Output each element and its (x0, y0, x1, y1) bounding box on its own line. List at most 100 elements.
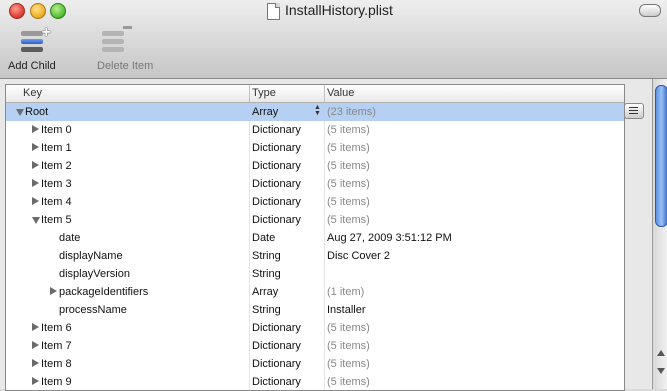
row-key: Item 0 (41, 124, 72, 136)
row-key: Item 5 (41, 214, 72, 226)
table-row[interactable]: Item 1 Dictionary (5 items) (6, 139, 624, 157)
toolbar-toggle-button[interactable] (639, 4, 661, 17)
table-row[interactable]: date Date Aug 27, 2009 3:51:12 PM (6, 229, 624, 247)
row-type[interactable]: Dictionary (252, 214, 301, 226)
row-value[interactable]: (5 items) (327, 376, 370, 388)
row-type[interactable]: String (252, 268, 281, 280)
add-child-label: Add Child (8, 60, 56, 72)
document-icon (267, 3, 280, 20)
disclosure-collapsed-icon[interactable] (32, 377, 39, 385)
row-action-button[interactable] (624, 103, 644, 119)
row-value[interactable]: Disc Cover 2 (327, 250, 390, 262)
row-value[interactable]: (5 items) (327, 322, 370, 334)
row-type[interactable]: Dictionary (252, 322, 301, 334)
plist-outline-view[interactable]: Key Type Value Root Array ▲ ▼ (23 items) Item… (5, 84, 625, 391)
row-value[interactable]: (5 items) (327, 196, 370, 208)
disclosure-collapsed-icon[interactable] (32, 161, 39, 169)
plist-rows: Root Array ▲ ▼ (23 items) Item 0 Dictionary (5 … (6, 103, 624, 390)
row-type[interactable]: Dictionary (252, 160, 301, 172)
table-row[interactable]: Item 5 Dictionary (5 items) (6, 211, 624, 229)
zoom-window-button[interactable] (50, 3, 66, 19)
window-titlebar: InstallHistory.plist + Add Child Delete … (0, 0, 667, 79)
row-value[interactable]: (5 items) (327, 358, 370, 370)
close-window-button[interactable] (9, 3, 25, 19)
minimize-window-button[interactable] (30, 3, 46, 19)
disclosure-collapsed-icon[interactable] (32, 197, 39, 205)
window-title: InstallHistory.plist (285, 2, 393, 18)
row-key: date (59, 232, 81, 244)
table-row[interactable]: Item 0 Dictionary (5 items) (6, 121, 624, 139)
row-key: Root (25, 106, 49, 118)
disclosure-collapsed-icon[interactable] (32, 341, 39, 349)
row-type[interactable]: String (252, 304, 281, 316)
add-child-button[interactable]: + Add Child (6, 24, 62, 72)
row-key: Item 8 (41, 358, 72, 370)
row-type[interactable]: Date (252, 232, 275, 244)
row-value[interactable]: (1 item) (327, 286, 364, 298)
table-row[interactable]: displayName String Disc Cover 2 (6, 247, 624, 265)
row-value[interactable]: Aug 27, 2009 3:51:12 PM (327, 232, 452, 244)
disclosure-expanded-icon[interactable] (32, 217, 40, 224)
column-header-key[interactable]: Key (23, 87, 42, 99)
table-row[interactable]: packageIdentifiers Array (1 item) (6, 283, 624, 301)
row-key: packageIdentifiers (59, 286, 149, 298)
table-row[interactable]: processName String Installer (6, 301, 624, 319)
disclosure-collapsed-icon[interactable] (32, 323, 39, 331)
table-row[interactable]: Root Array ▲ ▼ (23 items) (6, 103, 624, 121)
type-popup-stepper-icon[interactable]: ▲ ▼ (314, 104, 321, 117)
column-header-value[interactable]: Value (327, 87, 354, 99)
row-key: Item 6 (41, 322, 72, 334)
table-row[interactable]: displayVersion String (6, 265, 624, 283)
row-value[interactable]: (5 items) (327, 160, 370, 172)
row-type[interactable]: Dictionary (252, 142, 301, 154)
column-header-type[interactable]: Type (252, 87, 276, 99)
row-key: processName (59, 304, 127, 316)
row-value[interactable]: (5 items) (327, 142, 370, 154)
plist-editor-area: Key Type Value Root Array ▲ ▼ (23 items) Item… (0, 79, 667, 391)
disclosure-collapsed-icon[interactable] (50, 287, 57, 295)
vertical-scrollbar[interactable] (652, 79, 667, 389)
row-type[interactable]: Dictionary (252, 376, 301, 388)
row-value[interactable]: (23 items) (327, 106, 376, 118)
column-header-row: Key Type Value (6, 85, 624, 103)
row-type[interactable]: Dictionary (252, 178, 301, 190)
row-key: displayVersion (59, 268, 130, 280)
table-row[interactable]: Item 8 Dictionary (5 items) (6, 355, 624, 373)
row-type[interactable]: Dictionary (252, 124, 301, 136)
row-key: displayName (59, 250, 123, 262)
disclosure-collapsed-icon[interactable] (32, 179, 39, 187)
disclosure-collapsed-icon[interactable] (32, 125, 39, 133)
row-value[interactable]: (5 items) (327, 178, 370, 190)
table-row[interactable]: Item 2 Dictionary (5 items) (6, 157, 624, 175)
table-row[interactable]: Item 9 Dictionary (5 items) (6, 373, 624, 390)
delete-item-button[interactable]: Delete Item (97, 26, 153, 72)
disclosure-collapsed-icon[interactable] (32, 143, 39, 151)
row-type[interactable]: Array (252, 106, 278, 118)
delete-item-label: Delete Item (97, 60, 154, 72)
disclosure-collapsed-icon[interactable] (32, 359, 39, 367)
scroll-down-arrow-icon[interactable] (657, 368, 665, 374)
row-key: Item 3 (41, 178, 72, 190)
row-value[interactable]: Installer (327, 304, 366, 316)
row-key: Item 4 (41, 196, 72, 208)
row-key: Item 7 (41, 340, 72, 352)
table-row[interactable]: Item 4 Dictionary (5 items) (6, 193, 624, 211)
row-type[interactable]: String (252, 250, 281, 262)
row-type[interactable]: Array (252, 286, 278, 298)
table-row[interactable]: Item 6 Dictionary (5 items) (6, 319, 624, 337)
table-row[interactable]: Item 3 Dictionary (5 items) (6, 175, 624, 193)
row-value[interactable]: (5 items) (327, 124, 370, 136)
delete-item-icon (100, 26, 132, 58)
add-child-icon: + (19, 24, 51, 58)
scroll-up-arrow-icon[interactable] (657, 350, 665, 356)
row-key: Item 1 (41, 142, 72, 154)
row-value[interactable]: (5 items) (327, 214, 370, 226)
row-value[interactable]: (5 items) (327, 340, 370, 352)
row-key: Item 2 (41, 160, 72, 172)
scrollbar-thumb[interactable] (655, 85, 667, 227)
disclosure-expanded-icon[interactable] (16, 109, 24, 116)
row-type[interactable]: Dictionary (252, 358, 301, 370)
table-row[interactable]: Item 7 Dictionary (5 items) (6, 337, 624, 355)
row-type[interactable]: Dictionary (252, 196, 301, 208)
row-type[interactable]: Dictionary (252, 340, 301, 352)
